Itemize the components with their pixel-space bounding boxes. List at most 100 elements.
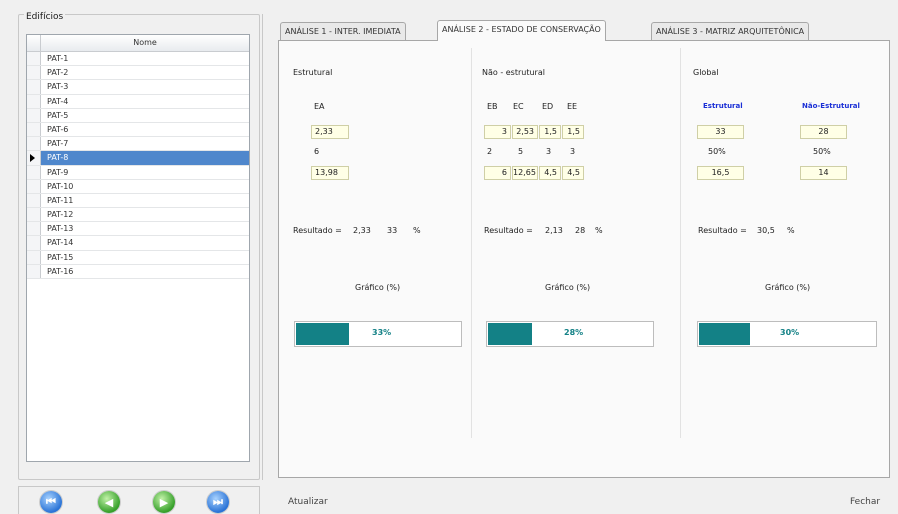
building-name-cell[interactable]: PAT-12 xyxy=(41,208,249,221)
table-row[interactable]: PAT-5 xyxy=(27,108,249,123)
current-row-arrow-icon xyxy=(30,154,35,163)
building-name-cell[interactable]: PAT-4 xyxy=(41,95,249,108)
next-record-button[interactable]: ▶ xyxy=(153,491,175,513)
nao-estrutural-result-percent: 28 xyxy=(575,226,586,235)
table-row[interactable]: PAT-9 xyxy=(27,165,249,180)
table-row[interactable]: PAT-8 xyxy=(27,151,249,166)
tab-analise-3[interactable]: ANÁLISE 3 - MATRIZ ARQUITETÔNICA xyxy=(651,22,810,40)
global-estrutural-value-3: 16,5 xyxy=(697,166,744,180)
ed-value-3: 4,5 xyxy=(539,166,561,180)
row-selector[interactable] xyxy=(27,137,41,151)
building-name-cell[interactable]: PAT-10 xyxy=(41,180,249,193)
tab-analise-2[interactable]: ANÁLISE 2 - ESTADO DE CONSERVAÇÃO xyxy=(437,20,606,41)
last-record-button[interactable]: ⏭ xyxy=(207,491,229,513)
global-progress-label: 30% xyxy=(780,328,800,337)
building-name-cell[interactable]: PAT-9 xyxy=(41,166,249,179)
row-selector[interactable] xyxy=(27,151,41,165)
grid-header: Nome xyxy=(27,35,249,52)
nao-estrutural-chart-title: Gráfico (%) xyxy=(545,283,591,292)
building-name-cell[interactable]: PAT-13 xyxy=(41,222,249,235)
estrutural-progress-fill xyxy=(296,323,349,345)
ed-value-1: 1,5 xyxy=(539,125,561,139)
estrutural-percent-sign: % xyxy=(413,226,421,235)
table-row[interactable]: PAT-16 xyxy=(27,264,249,279)
table-row[interactable]: PAT-11 xyxy=(27,193,249,209)
row-selector[interactable] xyxy=(27,94,41,108)
row-selector[interactable] xyxy=(27,208,41,222)
ee-value-1: 1,5 xyxy=(562,125,584,139)
grid-corner-cell xyxy=(27,35,41,51)
row-selector[interactable] xyxy=(27,122,41,137)
nao-estrutural-percent-sign: % xyxy=(595,226,603,235)
table-row[interactable]: PAT-2 xyxy=(27,66,249,81)
table-row[interactable]: PAT-10 xyxy=(27,179,249,194)
building-name-cell[interactable]: PAT-14 xyxy=(41,236,249,249)
row-selector[interactable] xyxy=(27,264,41,278)
row-selector[interactable] xyxy=(27,165,41,179)
update-link[interactable]: Atualizar xyxy=(288,497,328,507)
ea-value-3: 13,98 xyxy=(311,166,349,180)
row-selector[interactable] xyxy=(27,66,41,80)
first-record-button[interactable]: ⏮ xyxy=(40,491,62,513)
ec-value-2: 5 xyxy=(518,147,524,156)
nao-estrutural-progress-bar: 28% xyxy=(486,321,654,347)
building-name-cell[interactable]: PAT-16 xyxy=(41,265,249,278)
ea-value-2: 6 xyxy=(314,147,320,156)
table-row[interactable]: PAT-13 xyxy=(27,222,249,237)
tab-analise-1[interactable]: ANÁLISE 1 - INTER. IMEDIATA xyxy=(280,22,406,40)
building-name-cell[interactable]: PAT-11 xyxy=(41,194,249,207)
grid-rows: PAT-1 PAT-2 PAT-3 PAT-4 PAT-5 PAT-6 PAT-7 PAT-8… xyxy=(27,52,249,279)
global-chart-title: Gráfico (%) xyxy=(765,283,811,292)
table-row[interactable]: PAT-1 xyxy=(27,52,249,67)
tab-page-estado-conservacao xyxy=(278,40,890,478)
table-row[interactable]: PAT-6 xyxy=(27,122,249,138)
ec-value-1: 2,53 xyxy=(512,125,538,139)
table-row[interactable]: PAT-3 xyxy=(27,80,249,95)
estrutural-chart-title: Gráfico (%) xyxy=(355,283,401,292)
table-row[interactable]: PAT-4 xyxy=(27,94,249,109)
global-nao-estrutural-value-2: 50% xyxy=(813,147,831,156)
separator-1 xyxy=(471,48,472,438)
building-name-cell[interactable]: PAT-8 xyxy=(41,151,249,165)
global-result-value: 30,5 xyxy=(757,226,775,235)
estrutural-result-percent: 33 xyxy=(387,226,398,235)
building-name-cell[interactable]: PAT-6 xyxy=(41,123,249,136)
building-name-cell[interactable]: PAT-15 xyxy=(41,251,249,264)
eb-value-3: 6 xyxy=(484,166,511,180)
global-title: Global xyxy=(693,68,719,77)
global-nao-estrutural-value-1: 28 xyxy=(800,125,847,139)
table-row[interactable]: PAT-15 xyxy=(27,250,249,265)
row-selector[interactable] xyxy=(27,179,41,193)
row-selector[interactable] xyxy=(27,108,41,122)
nao-estrutural-result-value: 2,13 xyxy=(545,226,563,235)
row-selector[interactable] xyxy=(27,80,41,94)
row-selector[interactable] xyxy=(27,250,41,264)
ed-value-2: 3 xyxy=(546,147,552,156)
global-estrutural-value-2: 50% xyxy=(708,147,726,156)
building-name-cell[interactable]: PAT-3 xyxy=(41,80,249,93)
table-row[interactable]: PAT-7 xyxy=(27,137,249,152)
close-link[interactable]: Fechar xyxy=(850,497,880,507)
row-selector[interactable] xyxy=(27,236,41,250)
table-row[interactable]: PAT-14 xyxy=(27,236,249,251)
previous-record-icon: ◀ xyxy=(104,495,114,509)
building-name-cell[interactable]: PAT-1 xyxy=(41,52,249,65)
separator-2 xyxy=(680,48,681,438)
row-selector[interactable] xyxy=(27,52,41,66)
row-selector[interactable] xyxy=(27,193,41,208)
buildings-grid[interactable]: Nome PAT-1 PAT-2 PAT-3 PAT-4 PAT-5 PAT-6 PAT-7… xyxy=(26,34,250,462)
column-header-nome[interactable]: Nome xyxy=(41,35,249,51)
global-progress-fill xyxy=(699,323,751,345)
ec-value-3: 12,65 xyxy=(512,166,538,180)
global-nao-estrutural-value-3: 14 xyxy=(800,166,847,180)
row-selector[interactable] xyxy=(27,222,41,236)
ee-value-3: 4,5 xyxy=(562,166,584,180)
last-record-icon: ⏭ xyxy=(213,495,223,508)
building-name-cell[interactable]: PAT-7 xyxy=(41,137,249,150)
global-progress-bar: 30% xyxy=(697,321,877,347)
building-name-cell[interactable]: PAT-2 xyxy=(41,66,249,79)
estrutural-progress-bar: 33% xyxy=(294,321,462,347)
table-row[interactable]: PAT-12 xyxy=(27,208,249,223)
building-name-cell[interactable]: PAT-5 xyxy=(41,109,249,122)
previous-record-button[interactable]: ◀ xyxy=(98,491,120,513)
